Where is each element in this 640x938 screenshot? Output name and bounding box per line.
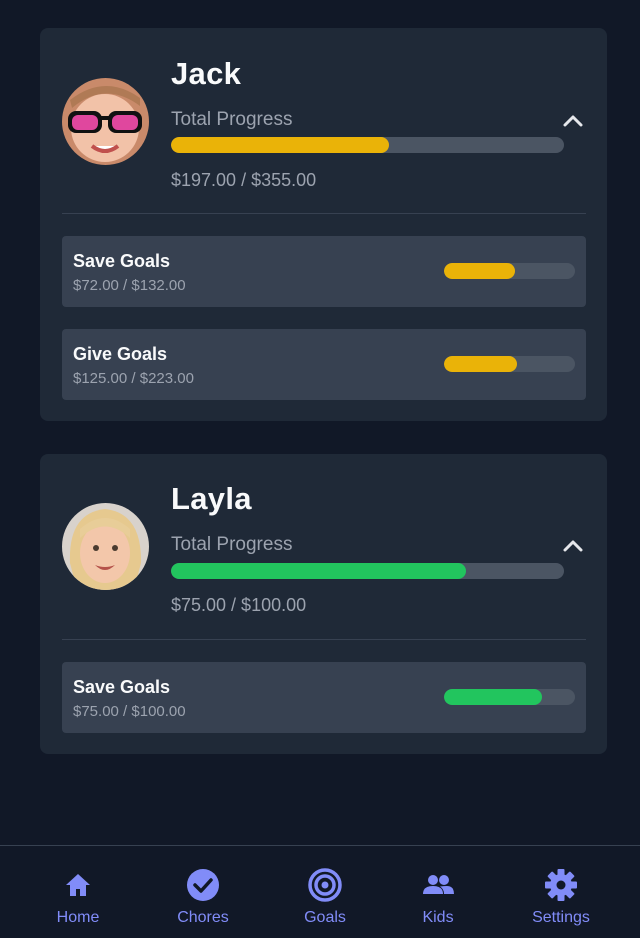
nav-kids[interactable]: Kids [383, 846, 493, 938]
total-progress-bar [171, 137, 564, 153]
goal-progress-bar [444, 356, 575, 372]
total-progress-label: Total Progress [171, 534, 293, 555]
home-icon [61, 868, 95, 902]
target-icon [308, 868, 342, 902]
nav-settings[interactable]: Settings [506, 846, 616, 938]
divider [62, 639, 586, 640]
nav-label: Goals [304, 909, 346, 926]
nav-label: Chores [177, 909, 229, 926]
goal-progress-fill [444, 689, 543, 705]
divider [62, 213, 586, 214]
goal-row-save[interactable]: Save Goals $72.00 / $132.00 [62, 236, 586, 307]
goal-title: Save Goals [73, 251, 171, 271]
goal-progress-bar [444, 263, 575, 279]
collapse-chevron-icon[interactable] [560, 533, 586, 559]
total-progress-fill [171, 137, 390, 153]
kid-card-layla: Layla Total Progress $75.00 / $100.00 Sa… [40, 454, 607, 754]
avatar [62, 503, 149, 590]
nav-home[interactable]: Home [23, 846, 133, 938]
total-amount: $197.00 / $355.00 [171, 170, 317, 190]
goal-amount: $75.00 / $100.00 [73, 703, 186, 720]
kid-name: Layla [171, 481, 252, 516]
main-content: Jack Total Progress $197.00 / $355.00 Sa… [0, 0, 640, 845]
goal-row-give[interactable]: Give Goals $125.00 / $223.00 [62, 329, 586, 400]
nav-chores[interactable]: Chores [148, 846, 258, 938]
goal-progress-fill [444, 356, 518, 372]
goal-progress-bar [444, 689, 575, 705]
nav-goals[interactable]: Goals [270, 846, 380, 938]
total-progress-bar [171, 563, 564, 579]
check-circle-icon [186, 868, 220, 902]
kid-name: Jack [171, 56, 242, 91]
avatar [62, 78, 149, 165]
people-icon [421, 868, 455, 902]
goal-row-save[interactable]: Save Goals $75.00 / $100.00 [62, 662, 586, 733]
goal-title: Save Goals [73, 677, 171, 697]
goal-amount: $125.00 / $223.00 [73, 370, 194, 387]
total-amount: $75.00 / $100.00 [171, 595, 307, 615]
goal-progress-fill [444, 263, 516, 279]
collapse-chevron-icon[interactable] [560, 108, 586, 134]
gear-icon [544, 868, 578, 902]
total-progress-fill [171, 563, 466, 579]
goal-amount: $72.00 / $132.00 [73, 277, 186, 294]
nav-label: Kids [422, 909, 454, 926]
kid-card-jack: Jack Total Progress $197.00 / $355.00 Sa… [40, 28, 607, 421]
bottom-nav: Home Chores Goals Kids Settings [0, 845, 640, 938]
goal-title: Give Goals [73, 344, 168, 364]
total-progress-label: Total Progress [171, 109, 293, 130]
nav-label: Home [56, 909, 100, 926]
nav-label: Settings [532, 909, 590, 926]
